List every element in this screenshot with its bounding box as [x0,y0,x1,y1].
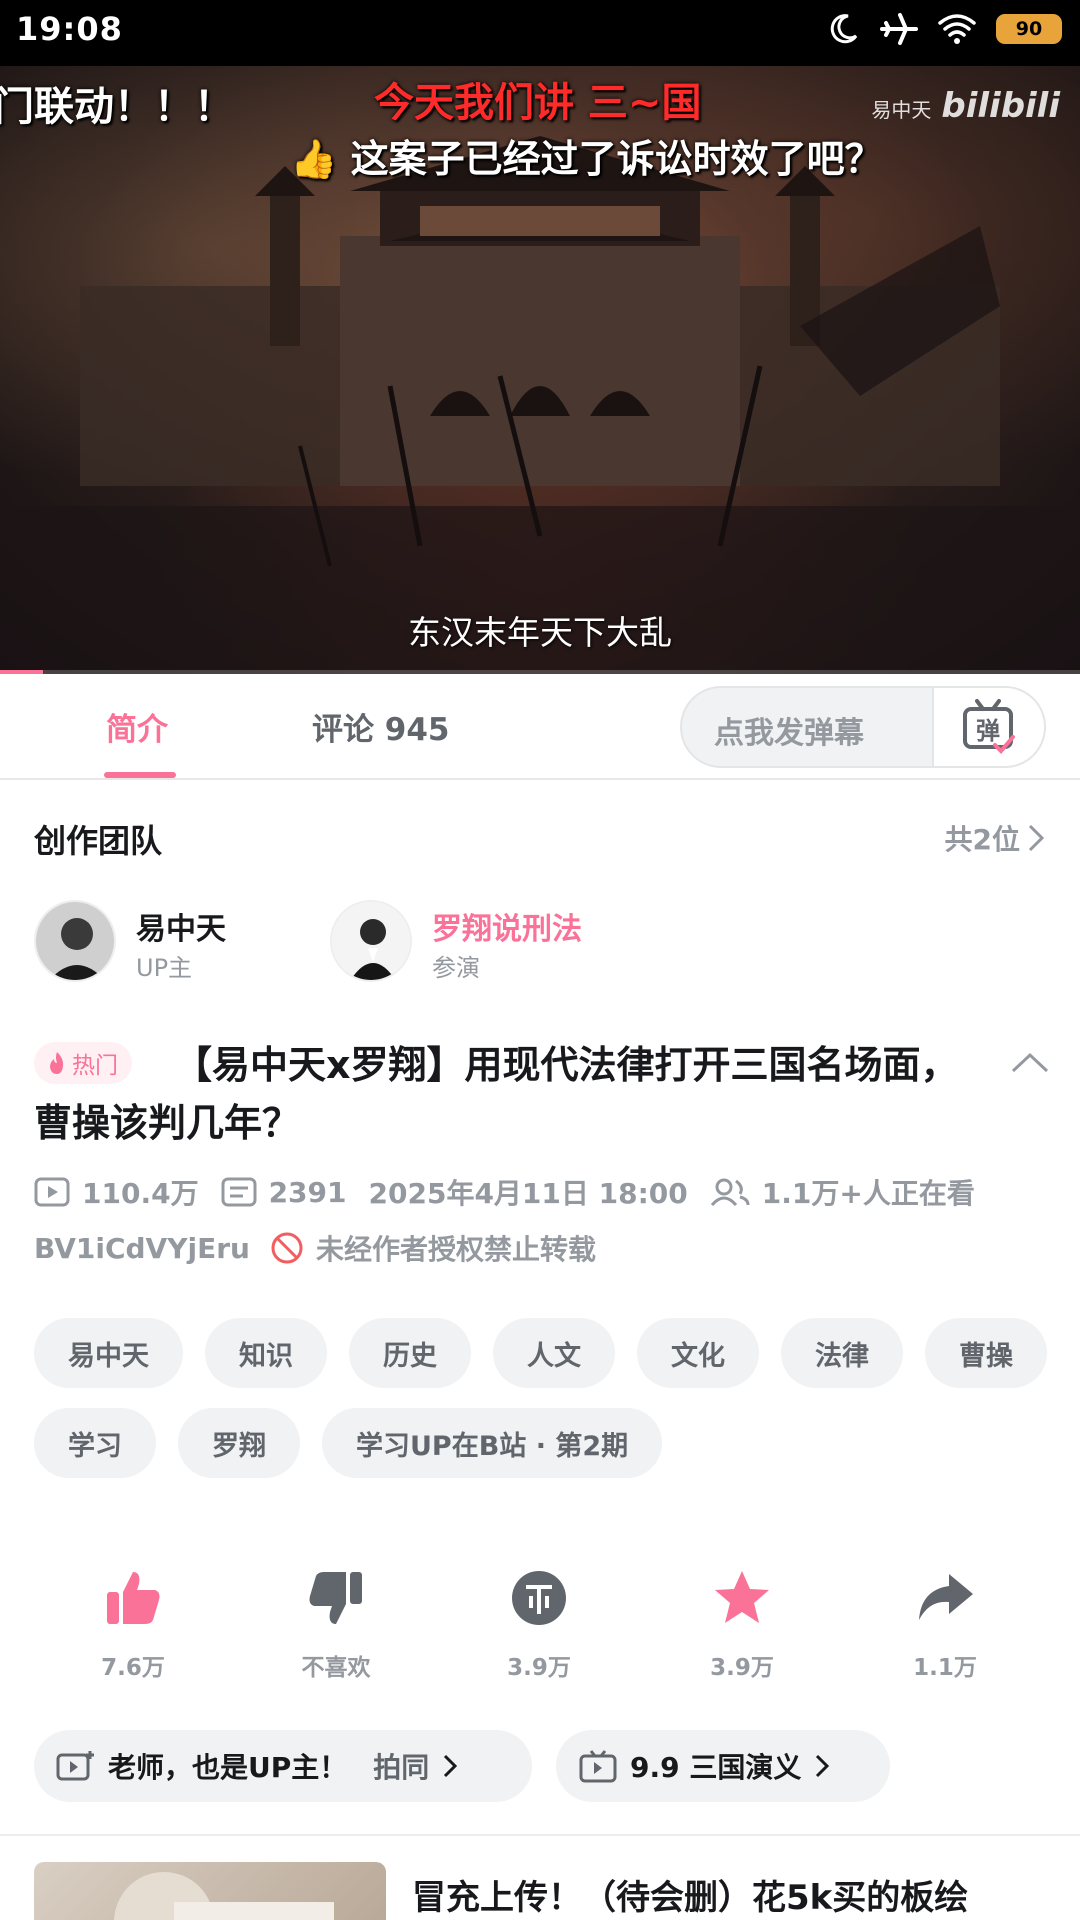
action-bar: 7.6万 不喜欢 3.9万 3.9万 1.1万 [0,1566,1080,1686]
danmaku-comment: 👍 这案子已经过了诉讼时效了吧？ [290,128,883,183]
tag-list: 易中天 知识 历史 人文 文化 法律 曹操 学习 罗翔 学习UP在B站 · 第2… [34,1318,1054,1478]
danmaku-input[interactable]: 点我发弹幕 弹 [680,686,1046,768]
tag[interactable]: 知识 [205,1318,327,1388]
dislike-label: 不喜欢 [301,1655,371,1681]
tag[interactable]: 人文 [493,1318,615,1388]
recommendation-title[interactable]: 冒充上传！（待会删）花5k买的板绘 [412,1870,968,1919]
danmaku-toggle-button[interactable]: 弹 [932,688,1044,766]
video-subtitle: 东汉末年天下大乱 [408,613,672,652]
flame-icon [50,1052,64,1074]
chevron-up-icon [1011,1052,1049,1073]
danmaku-count-icon [221,1177,257,1207]
danmaku-comment: 今天我们讲 三~国 [374,80,702,126]
promo-chip-extra: 拍同 [373,1751,430,1784]
no-repost-icon [271,1232,303,1264]
thumbs-down-icon [309,1572,362,1624]
status-icons: 90 [826,12,1062,46]
dislike-button[interactable]: 不喜欢 [261,1566,411,1682]
favorite-count: 3.9万 [710,1655,774,1681]
tab-bar: 简介 评论 945 点我发弹幕 弹 [0,674,1080,780]
collapse-button[interactable] [1010,1050,1050,1078]
thumbs-up-icon: 👍 [290,137,338,181]
tab-intro[interactable]: 简介 [106,704,168,749]
tag[interactable]: 易中天 [34,1318,183,1388]
section-divider [0,1834,1080,1836]
favorite-button[interactable]: 3.9万 [667,1566,817,1682]
creator-role: UP主 [136,954,193,982]
like-button[interactable]: 7.6万 [58,1566,208,1682]
team-title: 创作团队 [34,822,163,860]
play-count-icon [34,1177,70,1207]
creator-name: 罗翔说刑法 [432,912,582,947]
tab-indicator [104,772,176,778]
promo-chip-text: 9.9 三国演义 [630,1751,802,1784]
moon-icon [830,14,858,44]
tag[interactable]: 罗翔 [178,1408,300,1478]
tag[interactable]: 法律 [781,1318,903,1388]
video-camera-icon [56,1751,94,1781]
tag[interactable]: 历史 [349,1318,471,1388]
video-stats: 110.4万 2391 2025年4月11日 18:00 1.1万+人正在看 [34,1172,975,1212]
star-icon [715,1571,769,1623]
share-button[interactable]: 1.1万 [870,1566,1020,1682]
tag[interactable]: 学习UP在B站 · 第2期 [322,1408,663,1478]
avatar[interactable] [34,900,116,982]
like-count: 7.6万 [101,1655,165,1681]
view-count: 110.4万 [82,1177,199,1210]
coin-count: 3.9万 [507,1655,571,1681]
airplane-icon [880,13,918,45]
tag[interactable]: 曹操 [925,1318,1047,1388]
danmaku-comment: 门联动！！！ [0,84,234,130]
chevron-right-icon [444,1754,458,1778]
creator-name: 易中天 [136,912,226,947]
creator-role: 参演 [432,954,480,982]
tag[interactable]: 学习 [34,1408,156,1478]
coin-icon [512,1571,566,1625]
tag[interactable]: 文化 [637,1318,759,1388]
watermark-name: 易中天 [871,98,932,122]
danmaku-text: 这案子已经过了诉讼时效了吧？ [350,137,883,181]
thumbs-up-icon [107,1572,160,1624]
svg-text:弹: 弹 [976,717,1000,745]
wifi-icon [938,14,976,44]
danmaku-input-placeholder: 点我发弹幕 [714,716,864,751]
promo-chip-text: 老师，也是UP主！ [108,1751,348,1784]
danmaku-icon: 弹 [963,699,1015,754]
hot-badge-label: 热门 [72,1053,118,1079]
watching-count: 1.1万+人正在看 [761,1177,975,1210]
tab-comments[interactable]: 评论 945 [312,704,450,749]
video-title: 【易中天x罗翔】用现代法律打开三国名场面，曹操该判几年？ [34,1043,959,1145]
battery-icon: 90 [996,14,1062,44]
promo-chip-series[interactable]: 9.9 三国演义 [556,1730,890,1802]
chevron-right-icon [1028,824,1045,852]
promo-chip-activity[interactable]: 老师，也是UP主！ 拍同 [34,1730,532,1802]
bvid[interactable]: BV1iCdVYjEru [34,1232,250,1265]
copyright-notice: 未经作者授权禁止转载 [315,1233,596,1266]
creator-item[interactable]: 易中天 UP主 [34,900,294,984]
bilibili-logo: bilibili [941,86,1060,126]
danmaku-count: 2391 [268,1175,347,1209]
creator-item[interactable]: 罗翔说刑法 参演 [330,900,650,984]
share-icon [919,1574,973,1620]
team-count-link[interactable]: 共2位 [945,818,1046,858]
hot-badge[interactable]: 热门 [34,1042,132,1084]
share-count: 1.1万 [913,1655,977,1681]
coin-button[interactable]: 3.9万 [464,1566,614,1682]
watching-icon [710,1178,750,1207]
watermark: 易中天 bilibili [871,86,1060,126]
publish-date: 2025年4月11日 18:00 [368,1177,688,1210]
chevron-right-icon [816,1754,830,1778]
video-player[interactable]: 门联动！！！ 今天我们讲 三~国 👍 这案子已经过了诉讼时效了吧？ 易中天 bi… [0,66,1080,674]
status-time: 19:08 [16,10,123,48]
avatar[interactable] [330,900,412,982]
status-bar: 19:08 90 [0,0,1080,66]
tv-icon [579,1750,617,1783]
video-id-row: BV1iCdVYjEru 未经作者授权禁止转载 [34,1228,596,1268]
team-count-label: 共2位 [944,823,1020,856]
recommendation-thumbnail[interactable] [34,1862,386,1920]
